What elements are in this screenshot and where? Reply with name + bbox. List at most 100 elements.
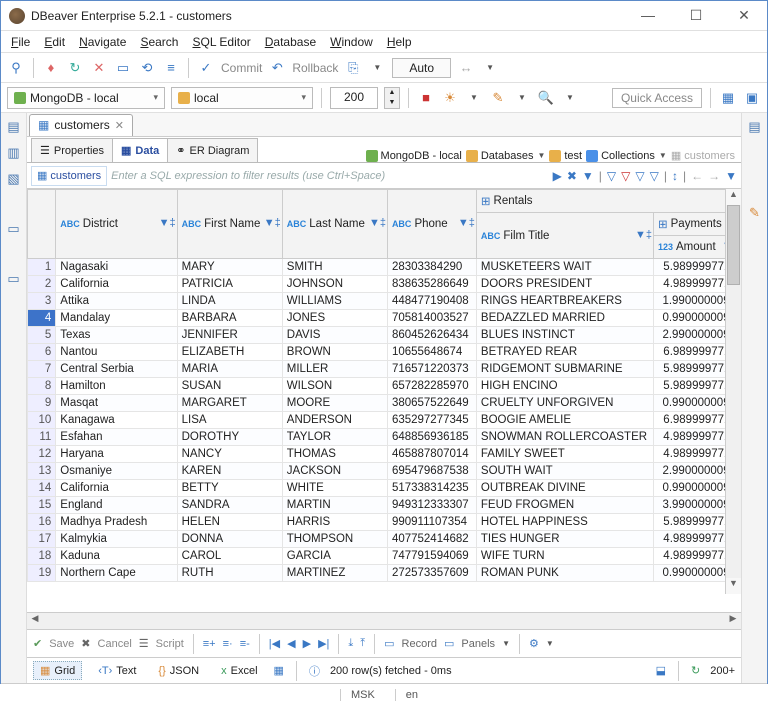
- quick-access[interactable]: Quick Access: [612, 88, 702, 108]
- tab-erdiagram[interactable]: ⚭ER Diagram: [168, 138, 258, 162]
- bug-icon[interactable]: ☀: [441, 89, 459, 107]
- panel-icon[interactable]: ▤: [747, 119, 763, 135]
- table-row[interactable]: 1NagasakiMARYSMITH28303384290MUSKETEERS …: [28, 259, 741, 276]
- menu-sqleditor[interactable]: SQL Editor: [192, 35, 250, 49]
- save-icon[interactable]: ✔: [33, 637, 42, 650]
- menu-database[interactable]: Database: [265, 35, 316, 49]
- filter-icon[interactable]: ▼‡: [159, 217, 173, 231]
- table-row[interactable]: 12HaryanaNANCYTHOMAS465887807014FAMILY S…: [28, 446, 741, 463]
- menu-help[interactable]: Help: [387, 35, 412, 49]
- crumb-test[interactable]: test: [549, 150, 582, 162]
- dropdown-icon[interactable]: ▼: [513, 89, 531, 107]
- tool-icon[interactable]: ↔: [457, 59, 475, 77]
- table-row[interactable]: 3AttikaLINDAWILLIAMS448477190408RINGS HE…: [28, 293, 741, 310]
- filter-panel-icon[interactable]: ▽: [650, 169, 659, 183]
- commit-icon[interactable]: ✓: [197, 59, 215, 77]
- filter-history-icon[interactable]: ▼: [582, 169, 594, 183]
- filter-pill[interactable]: ▦customers: [31, 166, 107, 186]
- col-amount[interactable]: Amount: [676, 241, 716, 253]
- dropdown-icon[interactable]: ▼: [481, 59, 499, 77]
- close-tab-icon[interactable]: ✕: [115, 119, 124, 132]
- filter-icon[interactable]: ▼‡: [369, 217, 383, 231]
- tab-properties[interactable]: ☰Properties: [31, 138, 113, 162]
- table-row[interactable]: 17KalmykiaDONNATHOMPSON407752414682TIES …: [28, 531, 741, 548]
- nav-drop-icon[interactable]: ▼: [725, 169, 737, 183]
- prev-icon[interactable]: ◀: [287, 637, 295, 650]
- cancel-button[interactable]: Cancel: [98, 638, 132, 650]
- panel-icon[interactable]: ▭: [6, 221, 22, 237]
- refresh-icon[interactable]: ↻: [691, 664, 700, 677]
- crumb-databases[interactable]: Databases: [466, 150, 534, 162]
- tool-icon[interactable]: ✕: [90, 59, 108, 77]
- menu-search[interactable]: Search: [140, 35, 178, 49]
- record-button[interactable]: Record: [402, 638, 437, 650]
- cancel-icon[interactable]: ✖: [81, 637, 90, 650]
- del-row-icon[interactable]: ≡-: [240, 638, 250, 650]
- dropdown-icon[interactable]: ▼: [465, 89, 483, 107]
- panels-button[interactable]: Panels: [461, 638, 495, 650]
- perspective-icon[interactable]: ▣: [743, 89, 761, 107]
- col-rentals[interactable]: Rentals: [494, 195, 533, 207]
- minimize-button[interactable]: —: [633, 7, 663, 24]
- crumb-db[interactable]: MongoDB - local: [366, 150, 462, 162]
- projects-icon[interactable]: ▥: [6, 145, 22, 161]
- stop-icon[interactable]: ■: [417, 89, 435, 107]
- commit-button[interactable]: Commit: [221, 61, 262, 75]
- table-row[interactable]: 19Northern CapeRUTHMARTINEZ272573357609R…: [28, 565, 741, 582]
- table-row[interactable]: 6NantouELIZABETHBROWN10655648674BETRAYED…: [28, 344, 741, 361]
- col-lastname[interactable]: Last Name: [309, 218, 365, 230]
- record-icon[interactable]: ▭: [384, 637, 394, 650]
- col-district[interactable]: District: [83, 218, 118, 230]
- filter-apply-icon[interactable]: ▶: [553, 169, 562, 183]
- mode-json[interactable]: {}JSON: [152, 663, 205, 679]
- filter-icon[interactable]: ▼‡: [635, 229, 649, 243]
- layout-icon[interactable]: ▦: [274, 664, 284, 677]
- menu-navigate[interactable]: Navigate: [79, 35, 126, 49]
- tool-icon[interactable]: ≡: [162, 59, 180, 77]
- panel-icon[interactable]: ▭: [6, 271, 22, 287]
- menu-edit[interactable]: Edit: [44, 35, 65, 49]
- last-icon[interactable]: ▶|: [318, 637, 329, 650]
- editor-tab-customers[interactable]: ▦ customers ✕: [29, 114, 133, 136]
- tool-icon[interactable]: ⟲: [138, 59, 156, 77]
- tool-icon[interactable]: ↻: [66, 59, 84, 77]
- table-row[interactable]: 11EsfahanDOROTHYTAYLOR648856936185SNOWMA…: [28, 429, 741, 446]
- save-button[interactable]: Save: [49, 638, 74, 650]
- rollback-button[interactable]: Rollback: [292, 61, 338, 75]
- mode-text[interactable]: ‹T›Text: [92, 663, 142, 679]
- panels-icon[interactable]: ▭: [444, 637, 454, 650]
- gear-icon[interactable]: ⚙: [529, 637, 539, 650]
- script-icon[interactable]: ☰: [139, 637, 149, 650]
- export-icon[interactable]: ⤓: [348, 637, 353, 650]
- filter-save-icon[interactable]: ▽: [635, 169, 644, 183]
- menu-file[interactable]: File: [11, 35, 30, 49]
- table-row[interactable]: 10KanagawaLISAANDERSON635297277345BOOGIE…: [28, 412, 741, 429]
- filter-icon[interactable]: ▼‡: [264, 217, 278, 231]
- filter-icon[interactable]: ▼‡: [458, 217, 472, 231]
- table-row[interactable]: 7Central SerbiaMARIAMILLER716571220373RI…: [28, 361, 741, 378]
- filter-remove-icon[interactable]: ▽: [621, 169, 630, 183]
- table-row[interactable]: 15EnglandSANDRAMARTIN949312333307FEUD FR…: [28, 497, 741, 514]
- first-icon[interactable]: |◀: [269, 637, 280, 650]
- table-row[interactable]: 9MasqatMARGARETMOORE380657522649CRUELTY …: [28, 395, 741, 412]
- table-row[interactable]: 14CaliforniaBETTYWHITE517338314235OUTBRE…: [28, 480, 741, 497]
- col-filmtitle[interactable]: Film Title: [503, 230, 549, 242]
- navigator-icon[interactable]: ▤: [6, 119, 22, 135]
- table-row[interactable]: 4MandalayBARBARAJONES705814003527BEDAZZL…: [28, 310, 741, 327]
- filter-clear-icon[interactable]: ✖: [567, 169, 577, 183]
- panel-icon[interactable]: ✎: [747, 205, 763, 221]
- table-row[interactable]: 16Madhya PradeshHELENHARRIS990911107354H…: [28, 514, 741, 531]
- database-combo[interactable]: MongoDB - local ▾: [7, 87, 165, 109]
- dropdown-icon[interactable]: ▼: [368, 59, 386, 77]
- col-payments[interactable]: Payments: [671, 218, 722, 230]
- sql-editor-icon[interactable]: ▭: [114, 59, 132, 77]
- edit-icon[interactable]: ✎: [489, 89, 507, 107]
- maximize-button[interactable]: ☐: [681, 7, 711, 24]
- col-phone[interactable]: Phone: [414, 218, 447, 230]
- autosize-icon[interactable]: ⬓: [656, 664, 666, 677]
- import-icon[interactable]: ⤒: [360, 637, 365, 650]
- crumb-collections[interactable]: Collections: [586, 150, 655, 162]
- dup-row-icon[interactable]: ≡·: [223, 638, 233, 650]
- table-row[interactable]: 2CaliforniaPATRICIAJOHNSON838635286649DO…: [28, 276, 741, 293]
- mode-grid[interactable]: ▦Grid: [33, 661, 82, 680]
